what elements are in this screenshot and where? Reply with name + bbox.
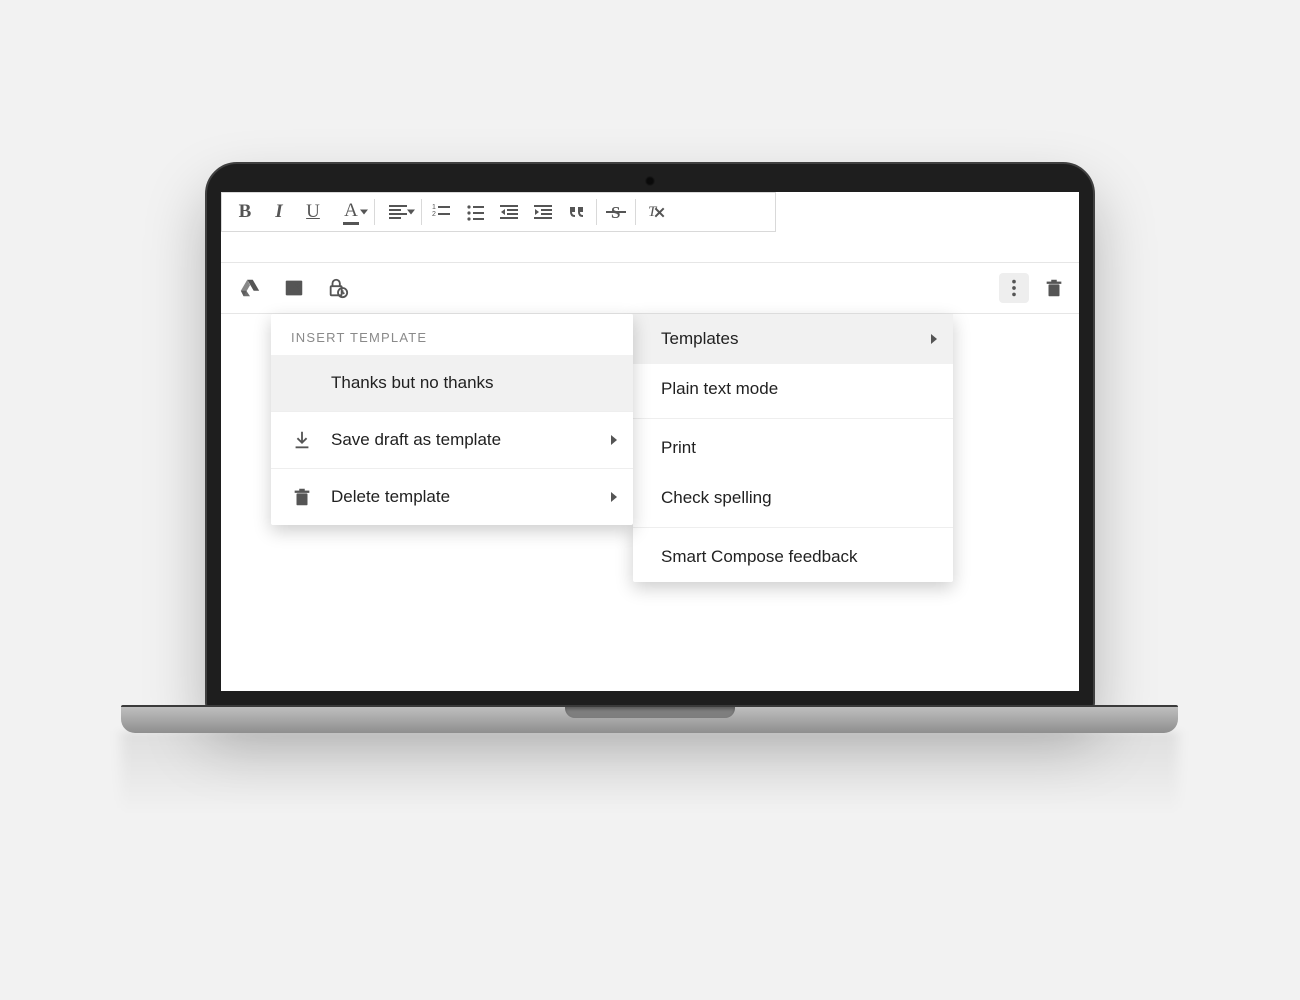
insert-action-row: [221, 262, 1079, 314]
numbered-list-button[interactable]: 1 2: [424, 195, 458, 229]
quote-button[interactable]: [560, 195, 594, 229]
menu-item-print[interactable]: Print: [633, 423, 953, 473]
more-options-menu: Templates Plain text mode Print Check sp…: [633, 314, 953, 582]
menu-item-label: Delete template: [331, 487, 450, 507]
strikethrough-button[interactable]: S: [599, 195, 633, 229]
text-color-button[interactable]: A: [330, 195, 372, 229]
remove-formatting-button[interactable]: T: [638, 195, 672, 229]
menu-item-label: Templates: [661, 329, 738, 349]
discard-draft-button[interactable]: [1039, 273, 1069, 303]
menu-item-label: Plain text mode: [661, 379, 778, 399]
menu-divider: [633, 418, 953, 419]
submenu-section-label: INSERT TEMPLATE: [271, 314, 633, 355]
caret-down-icon: [360, 210, 368, 215]
quote-icon: [567, 202, 587, 222]
toolbar-separator: [635, 199, 636, 225]
trash-icon: [291, 486, 313, 508]
svg-text:2: 2: [432, 211, 436, 218]
google-drive-icon: [239, 277, 261, 299]
laptop-lid: MacBook Pro B I U A: [205, 162, 1095, 711]
drive-insert-button[interactable]: [235, 273, 265, 303]
indent-less-button[interactable]: [492, 195, 526, 229]
template-item-thanks-but-no-thanks[interactable]: Thanks but no thanks: [271, 355, 633, 411]
remove-formatting-icon: T: [645, 202, 665, 222]
toolbar-separator: [421, 199, 422, 225]
svg-text:T: T: [648, 204, 658, 220]
laptop-base: [121, 705, 1178, 733]
align-button[interactable]: [377, 195, 419, 229]
indent-less-icon: [499, 202, 519, 222]
laptop-reflection: [121, 731, 1178, 815]
bulleted-list-button[interactable]: [458, 195, 492, 229]
menu-item-label: Print: [661, 438, 696, 458]
menu-divider: [633, 527, 953, 528]
photo-icon: [283, 277, 305, 299]
caret-right-icon: [931, 334, 937, 344]
strikethrough-icon: S: [606, 202, 626, 222]
menu-item-label: Save draft as template: [331, 430, 501, 450]
text-color-glyph: A: [343, 200, 359, 225]
trash-icon: [1043, 277, 1065, 299]
menu-item-smart-compose-feedback[interactable]: Smart Compose feedback: [633, 532, 953, 582]
svg-text:1: 1: [432, 204, 436, 211]
toolbar-separator: [596, 199, 597, 225]
caret-down-icon: [407, 210, 415, 215]
menu-item-label: Smart Compose feedback: [661, 547, 858, 567]
numbered-list-icon: 1 2: [431, 202, 451, 222]
caret-right-icon: [611, 435, 617, 445]
insert-photo-button[interactable]: [279, 273, 309, 303]
menu-item-save-draft-as-template[interactable]: Save draft as template: [271, 411, 633, 468]
menu-item-templates[interactable]: Templates: [633, 314, 953, 364]
bulleted-list-icon: [465, 202, 485, 222]
more-options-button[interactable]: [999, 273, 1029, 303]
menu-item-check-spelling[interactable]: Check spelling: [633, 473, 953, 523]
menu-item-plain-text[interactable]: Plain text mode: [633, 364, 953, 414]
menu-item-delete-template[interactable]: Delete template: [271, 468, 633, 525]
screen-content: B I U A 1 2: [221, 192, 1079, 691]
confidential-mode-button[interactable]: [323, 273, 353, 303]
bold-button[interactable]: B: [228, 195, 262, 229]
templates-submenu: INSERT TEMPLATE Thanks but no thanks Sav…: [271, 314, 633, 525]
indent-more-icon: [533, 202, 553, 222]
toolbar-separator: [374, 199, 375, 225]
download-icon: [291, 429, 313, 451]
indent-more-button[interactable]: [526, 195, 560, 229]
laptop-notch: [565, 707, 735, 718]
underline-button[interactable]: U: [296, 195, 330, 229]
menu-item-label: Thanks but no thanks: [331, 373, 494, 393]
lock-clock-icon: [327, 277, 349, 299]
caret-right-icon: [611, 492, 617, 502]
italic-button[interactable]: I: [262, 195, 296, 229]
more-vertical-icon: [1003, 277, 1025, 299]
formatting-toolbar: B I U A 1 2: [221, 192, 776, 232]
menu-item-label: Check spelling: [661, 488, 772, 508]
webcam: [645, 176, 655, 186]
align-left-icon: [388, 202, 408, 222]
